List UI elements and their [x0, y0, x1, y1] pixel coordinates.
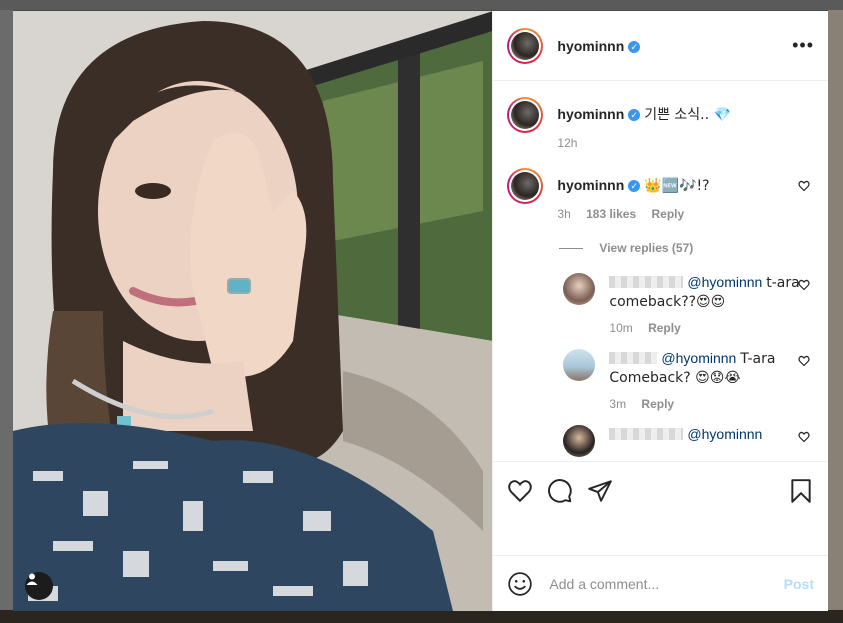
reply-avatar[interactable]: [563, 349, 596, 381]
comment: hyominnn ✓ 👑🆕🎶!? 3h 183 likes Reply: [507, 168, 814, 223]
reply-time[interactable]: 10m: [609, 321, 632, 335]
reply-mention[interactable]: @hyominnn: [687, 426, 762, 442]
reply-time[interactable]: 3m: [609, 397, 626, 411]
post-header: hyominnn ✓ •••: [493, 11, 828, 81]
comment-username[interactable]: hyominnn: [557, 177, 624, 193]
reply-item: @hyominnn: [563, 425, 814, 457]
comments-list[interactable]: hyominnn ✓ 기쁜 소식.. 💎 12h hyominnn ✓ 👑🆕🎶!? …: [493, 81, 828, 461]
caption: hyominnn ✓ 기쁜 소식.. 💎 12h: [507, 97, 814, 152]
comment-time[interactable]: 3h: [557, 207, 570, 221]
comment-likes[interactable]: 183 likes: [586, 207, 636, 221]
author-username[interactable]: hyominnn ✓: [557, 38, 641, 54]
backdrop-right: [828, 10, 843, 623]
post-actions: [493, 461, 828, 519]
reply-like-heart-icon[interactable]: [798, 355, 810, 367]
post-side-panel: hyominnn ✓ ••• hyominnn ✓ 기쁜 소식.. 💎 12h hy…: [492, 11, 828, 611]
caption-avatar[interactable]: [507, 97, 544, 133]
blurred-username[interactable]: [609, 276, 684, 288]
view-replies-line: [559, 247, 584, 249]
reply-item: @hyominnn t-ara comeback??😍😍 10m Reply: [563, 273, 814, 337]
user-tag-icon: [26, 573, 38, 585]
likes-area: [493, 519, 828, 555]
verified-badge-icon: ✓: [628, 180, 641, 192]
reply-reply-button[interactable]: Reply: [641, 397, 674, 411]
post-modal: hyominnn ✓ ••• hyominnn ✓ 기쁜 소식.. 💎 12h hy…: [13, 11, 828, 611]
backdrop-left: [0, 10, 13, 623]
blurred-username[interactable]: [609, 352, 658, 364]
photo-illustration: [13, 11, 493, 611]
view-replies-label: View replies (57): [599, 241, 694, 255]
reply-reply-button[interactable]: Reply: [648, 321, 681, 335]
post-comment-button[interactable]: Post: [784, 576, 814, 592]
reply-item: @hyominnn T-ara Comeback? 😍😟😭 3m Reply: [563, 349, 814, 413]
share-icon[interactable]: [587, 478, 613, 504]
add-comment-input[interactable]: [547, 574, 784, 593]
backdrop-top: [0, 0, 843, 10]
comment-avatar[interactable]: [507, 168, 544, 204]
reply-like-heart-icon[interactable]: [798, 279, 810, 291]
user-tag-button[interactable]: [25, 572, 53, 600]
blurred-username[interactable]: [609, 428, 684, 440]
verified-badge-icon: ✓: [628, 40, 641, 53]
heart-icon[interactable]: [507, 478, 533, 504]
reply-like-heart-icon[interactable]: [798, 431, 810, 443]
more-options-icon[interactable]: •••: [792, 35, 814, 56]
caption-time[interactable]: 12h: [557, 136, 577, 150]
verified-badge-icon: ✓: [628, 109, 641, 121]
reply-mention[interactable]: @hyominnn: [687, 274, 762, 290]
comment-text: 👑🆕🎶!?: [644, 178, 710, 194]
add-comment-bar: Post: [493, 555, 828, 611]
comment-like-heart-icon[interactable]: [798, 180, 810, 192]
smiley-icon[interactable]: [507, 571, 533, 597]
comment-icon[interactable]: [547, 478, 573, 504]
comment-reply-button[interactable]: Reply: [652, 207, 685, 221]
reply-avatar[interactable]: [563, 273, 596, 305]
caption-username[interactable]: hyominnn: [557, 106, 624, 122]
view-replies-toggle[interactable]: View replies (57): [559, 241, 814, 255]
backdrop-bottom: [0, 610, 843, 623]
reply-mention[interactable]: @hyominnn: [661, 350, 736, 366]
post-photo[interactable]: [13, 11, 493, 611]
reply-avatar[interactable]: [563, 425, 596, 457]
author-avatar[interactable]: [507, 27, 544, 64]
caption-text: 기쁜 소식.. 💎: [644, 107, 731, 123]
bookmark-icon[interactable]: [788, 478, 814, 504]
